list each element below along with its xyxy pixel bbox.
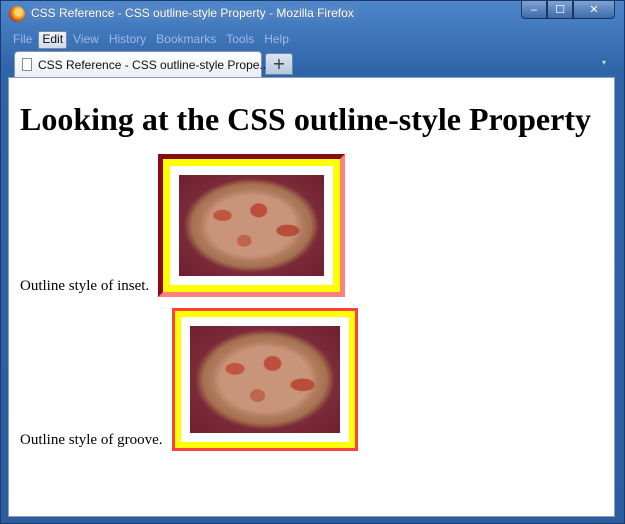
tab-list-icon[interactable]: ▾ <box>602 58 606 67</box>
menu-bookmarks[interactable]: Bookmarks <box>152 31 220 49</box>
tab-active[interactable]: CSS Reference - CSS outline-style Prope.… <box>14 51 269 77</box>
title-bar[interactable]: CSS Reference - CSS outline-style Proper… <box>1 1 624 27</box>
window-controls: ‒ ☐ ✕ <box>521 1 615 21</box>
minimize-icon: ‒ <box>530 3 538 16</box>
outline-ring <box>175 311 355 448</box>
window-title: CSS Reference - CSS outline-style Proper… <box>31 6 354 20</box>
outlined-image-inset <box>158 154 345 297</box>
outline-ring <box>163 159 340 292</box>
menu-bar: File Edit View History Bookmarks Tools H… <box>9 31 295 49</box>
menu-history[interactable]: History <box>105 31 150 49</box>
image-padding <box>181 317 349 442</box>
menu-file[interactable]: File <box>9 31 36 49</box>
minimize-button[interactable]: ‒ <box>521 1 547 19</box>
outlined-image-groove <box>172 308 358 451</box>
menu-edit[interactable]: Edit <box>38 31 68 49</box>
casserole-photo <box>179 175 324 276</box>
tab-label: CSS Reference - CSS outline-style Prope.… <box>38 58 270 72</box>
casserole-photo <box>190 326 340 433</box>
browser-window: CSS Reference - CSS outline-style Proper… <box>0 0 625 524</box>
menu-help[interactable]: Help <box>260 31 293 49</box>
menu-tools[interactable]: Tools <box>222 31 258 49</box>
maximize-button[interactable]: ☐ <box>547 1 573 19</box>
close-button[interactable]: ✕ <box>573 1 615 19</box>
image-padding <box>170 166 333 285</box>
menu-view[interactable]: View <box>69 31 103 49</box>
example-caption: Outline style of groove. <box>20 432 163 448</box>
example-caption: Outline style of inset. <box>20 278 150 294</box>
page-heading: Looking at the CSS outline-style Propert… <box>20 101 591 137</box>
new-tab-button[interactable]: + <box>265 53 293 75</box>
plus-icon: + <box>272 54 286 73</box>
tab-bar: CSS Reference - CSS outline-style Prope.… <box>1 51 624 77</box>
firefox-icon <box>9 6 25 22</box>
close-icon: ✕ <box>589 3 599 16</box>
maximize-icon: ☐ <box>555 3 565 16</box>
page-icon <box>22 58 32 71</box>
page-content: Looking at the CSS outline-style Propert… <box>8 77 615 517</box>
